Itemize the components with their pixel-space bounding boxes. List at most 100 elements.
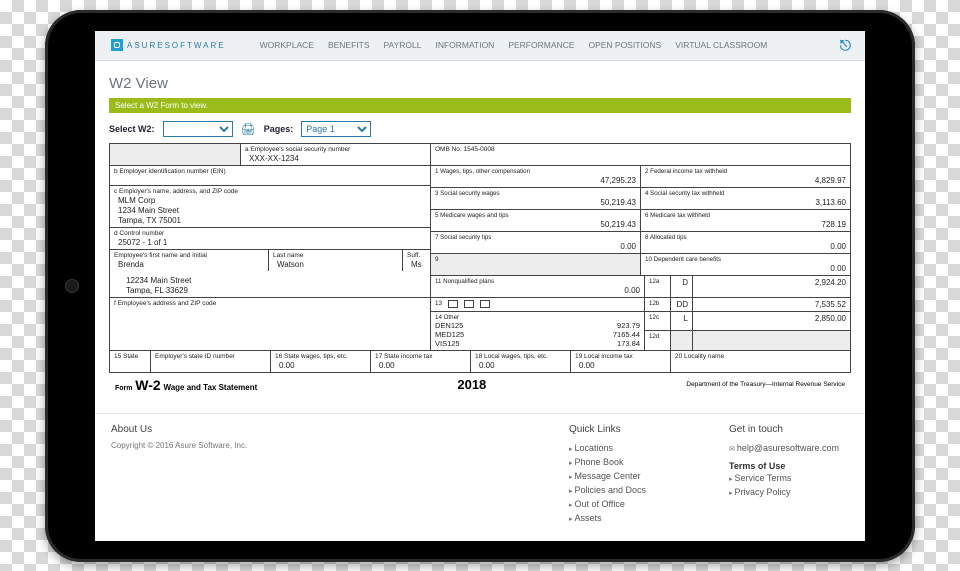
box13-check2 bbox=[464, 300, 474, 308]
treasury-text: Department of the Treasury—Internal Reve… bbox=[686, 381, 845, 388]
quick-link-policies[interactable]: Policies and Docs bbox=[569, 483, 689, 497]
box13-label: 13 bbox=[435, 300, 442, 309]
brand-logo-icon bbox=[111, 39, 123, 51]
box14-1-code: MED125 bbox=[435, 330, 464, 339]
box13-check3 bbox=[480, 300, 490, 308]
emp-suffix: Ms bbox=[407, 259, 426, 269]
brand-name: ASURESOFTWARE bbox=[127, 41, 226, 50]
nav-performance[interactable]: PERFORMANCE bbox=[508, 40, 574, 50]
emp-addr2: Tampa, FL 33629 bbox=[122, 285, 422, 295]
logout-icon[interactable]: ⎋ bbox=[840, 37, 851, 54]
select-w2-label: Select W2: bbox=[109, 124, 155, 134]
footer-about-heading: About Us bbox=[111, 424, 529, 435]
tablet-home-button[interactable] bbox=[65, 279, 79, 293]
nav-payroll[interactable]: PAYROLL bbox=[384, 40, 422, 50]
box16-label: 16 State wages, tips, etc. bbox=[275, 353, 366, 360]
pages-dropdown[interactable]: Page 1 bbox=[301, 121, 371, 137]
nav-information[interactable]: INFORMATION bbox=[435, 40, 494, 50]
box19-label: 19 Local income tax bbox=[575, 353, 666, 360]
contact-email[interactable]: help@asuresoftware.com bbox=[729, 441, 849, 455]
form-year: 2018 bbox=[457, 377, 486, 392]
quick-link-out-of-office[interactable]: Out of Office bbox=[569, 497, 689, 511]
w2-form: a Employee's social security number XXX-… bbox=[109, 143, 851, 373]
box15-label: 15 State bbox=[114, 353, 146, 360]
box-d-label: d Control number bbox=[114, 230, 426, 237]
select-w2-dropdown[interactable] bbox=[163, 121, 233, 137]
box16-value: 0.00 bbox=[275, 360, 366, 370]
omb-number: OMB No. 1545-0008 bbox=[435, 146, 846, 153]
form-name: W-2 bbox=[135, 377, 160, 393]
box14-1-amt: 7165.44 bbox=[613, 330, 640, 339]
emp-addr-label: f Employee's address and ZIP code bbox=[114, 300, 426, 307]
employer-addr1: 1234 Main Street bbox=[114, 205, 426, 215]
box12c-code: L bbox=[671, 312, 693, 331]
quick-link-phone-book[interactable]: Phone Book bbox=[569, 455, 689, 469]
box6-label: 6 Medicare tax withheld bbox=[645, 212, 846, 219]
emp-last: Watson bbox=[273, 259, 398, 269]
box4-value: 3,113.60 bbox=[645, 197, 846, 207]
footer-copyright: Copyright © 2016 Asure Software, Inc. bbox=[111, 441, 529, 450]
emp-first: Brenda bbox=[114, 259, 264, 269]
emp-suffix-label: Suff. bbox=[407, 252, 426, 259]
box11-value: 0.00 bbox=[435, 285, 640, 295]
page-title: W2 View bbox=[109, 75, 851, 92]
tablet-frame: ASURESOFTWARE WORKPLACE BENEFITS PAYROLL… bbox=[45, 10, 915, 562]
box14-0-amt: 923.79 bbox=[617, 321, 640, 330]
box13-check1 bbox=[448, 300, 458, 308]
quick-link-assets[interactable]: Assets bbox=[569, 511, 689, 525]
nav-workplace[interactable]: WORKPLACE bbox=[260, 40, 314, 50]
print-icon[interactable]: 🖨 bbox=[241, 122, 256, 136]
emp-first-label: Employee's first name and initial bbox=[114, 252, 264, 259]
box17-value: 0.00 bbox=[375, 360, 466, 370]
box3-label: 3 Social security wages bbox=[435, 190, 636, 197]
emp-addr1: 12234 Main Street bbox=[122, 275, 422, 285]
employer-name: MLM Corp bbox=[114, 195, 426, 205]
box5-label: 5 Medicare wages and tips bbox=[435, 212, 636, 219]
primary-nav: WORKPLACE BENEFITS PAYROLL INFORMATION P… bbox=[260, 40, 768, 50]
box8-value: 0.00 bbox=[645, 241, 846, 251]
box19-value: 0.00 bbox=[575, 360, 666, 370]
footer-quick-heading: Quick Links bbox=[569, 424, 689, 435]
box14-2-code: VIS125 bbox=[435, 339, 460, 348]
box12c-value: 2,850.00 bbox=[693, 312, 850, 331]
quick-link-message-center[interactable]: Message Center bbox=[569, 469, 689, 483]
nav-virtual-classroom[interactable]: VIRTUAL CLASSROOM bbox=[675, 40, 767, 50]
box15-id-label: Employer's state ID number bbox=[155, 353, 266, 360]
pages-label: Pages: bbox=[264, 124, 294, 134]
box3-value: 50,219.43 bbox=[435, 197, 636, 207]
brand[interactable]: ASURESOFTWARE bbox=[95, 39, 242, 51]
box4-label: 4 Social security tax withheld bbox=[645, 190, 846, 197]
form-label: Form W-2 Wage and Tax Statement bbox=[115, 377, 257, 393]
footer-contact: Get in touch help@asuresoftware.com Term… bbox=[729, 424, 849, 525]
box14-label: 14 Other bbox=[435, 314, 640, 321]
box10-value: 0.00 bbox=[645, 263, 846, 273]
box6-value: 728.19 bbox=[645, 219, 846, 229]
employer-addr2: Tampa, TX 75001 bbox=[114, 215, 426, 225]
box8-label: 8 Allocated tips bbox=[645, 234, 846, 241]
w2-footer: Form W-2 Wage and Tax Statement 2018 Dep… bbox=[109, 373, 851, 397]
nav-open-positions[interactable]: OPEN POSITIONS bbox=[588, 40, 661, 50]
nav-benefits[interactable]: BENEFITS bbox=[328, 40, 370, 50]
footer-quick-links: Quick Links Locations Phone Book Message… bbox=[569, 424, 689, 525]
app-screen: ASURESOFTWARE WORKPLACE BENEFITS PAYROLL… bbox=[95, 31, 865, 541]
top-navbar: ASURESOFTWARE WORKPLACE BENEFITS PAYROLL… bbox=[95, 31, 865, 61]
terms-service[interactable]: Service Terms bbox=[729, 471, 849, 485]
terms-privacy[interactable]: Privacy Policy bbox=[729, 485, 849, 499]
box9-label: 9 bbox=[435, 256, 636, 263]
box12a-code: D bbox=[671, 276, 693, 297]
instruction-bar: Select a W2 Form to view. bbox=[109, 98, 851, 113]
box12a-value: 2,924.20 bbox=[693, 276, 850, 297]
box7-label: 7 Social security tips bbox=[435, 234, 636, 241]
box2-value: 4,829.97 bbox=[645, 175, 846, 185]
quick-link-locations[interactable]: Locations bbox=[569, 441, 689, 455]
box-b-label: b Employer identification number (EIN) bbox=[114, 168, 426, 175]
box11-label: 11 Nonqualified plans bbox=[435, 278, 640, 285]
page-body: W2 View Select a W2 Form to view. Select… bbox=[95, 61, 865, 413]
emp-last-label: Last name bbox=[273, 252, 398, 259]
box7-value: 0.00 bbox=[435, 241, 636, 251]
box18-value: 0.00 bbox=[475, 360, 566, 370]
form-desc: Wage and Tax Statement bbox=[163, 383, 257, 392]
box12b-value: 7,535.52 bbox=[693, 298, 850, 311]
box17-label: 17 State income tax bbox=[375, 353, 466, 360]
footer-contact-heading: Get in touch bbox=[729, 424, 849, 435]
